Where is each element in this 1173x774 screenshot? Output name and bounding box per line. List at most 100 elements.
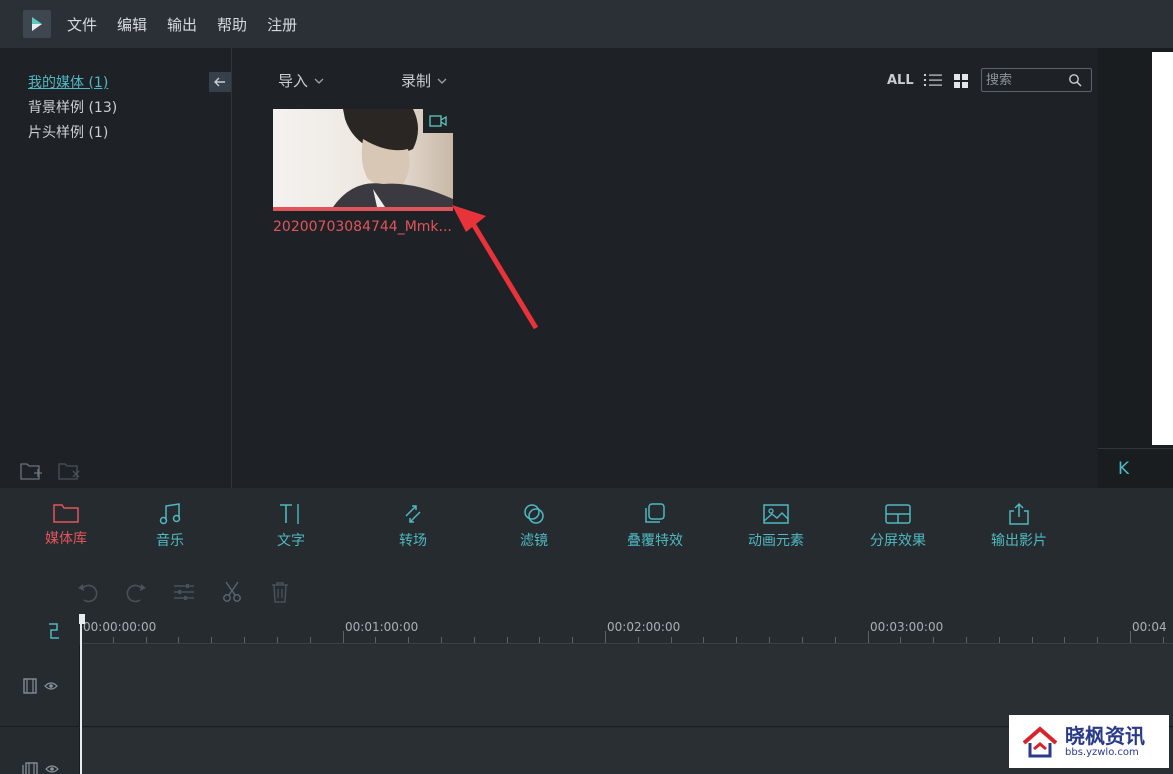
- time-label: 00:04: [1132, 620, 1167, 634]
- menu-help[interactable]: 帮助: [217, 14, 247, 35]
- ruler-tick: [408, 637, 410, 643]
- ruler-tick: [1064, 637, 1066, 643]
- add-folder-icon[interactable]: [19, 460, 43, 482]
- tool-split-screen[interactable]: 分屏效果: [858, 502, 938, 550]
- menu-bar: 文件 编辑 输出 帮助 注册: [0, 0, 1173, 48]
- delete-folder-icon[interactable]: [57, 460, 81, 482]
- video-track-body[interactable]: [80, 645, 1173, 726]
- tool-label: 音乐: [156, 533, 184, 549]
- ruler-tick: [1097, 637, 1099, 643]
- house-logo-icon: [1022, 725, 1058, 757]
- ruler-tick: [309, 637, 311, 643]
- grid-view-icon[interactable]: [953, 73, 969, 89]
- export-icon: [1009, 502, 1029, 525]
- ruler-tick: [736, 637, 738, 643]
- search-icon[interactable]: [1068, 73, 1082, 87]
- tool-label: 叠覆特效: [627, 533, 683, 549]
- menu-export[interactable]: 输出: [167, 14, 197, 35]
- tool-transition[interactable]: 转场: [373, 502, 453, 550]
- preview-controls: K: [1098, 448, 1173, 488]
- filter-icon: [524, 504, 544, 524]
- tool-media-library[interactable]: 媒体库: [26, 502, 106, 548]
- media-clip-thumbnail[interactable]: [273, 109, 453, 211]
- ruler-tick: [605, 631, 606, 643]
- filter-all[interactable]: ALL: [887, 73, 914, 88]
- playhead[interactable]: [80, 618, 82, 774]
- tool-label: 文字: [277, 533, 305, 549]
- tool-label: 转场: [399, 533, 427, 549]
- ruler-tick: [112, 637, 114, 643]
- search-input[interactable]: [982, 70, 1068, 90]
- menu-edit[interactable]: 编辑: [117, 14, 147, 35]
- ruler-tick: [1130, 631, 1131, 643]
- ruler-tick: [933, 637, 935, 643]
- time-label: 00:02:00:00: [607, 620, 681, 634]
- clip-filename: 20200703084744_Mmk...: [273, 219, 452, 235]
- video-track-header: [0, 645, 80, 726]
- ruler-tick: [145, 637, 147, 643]
- folder-my-media[interactable]: 我的媒体 (1): [28, 72, 108, 92]
- watermark-name: 晓枫资讯: [1065, 723, 1145, 748]
- tool-overlay[interactable]: 叠覆特效: [615, 502, 695, 550]
- video-track: [0, 645, 1173, 727]
- list-view-icon[interactable]: [923, 72, 943, 88]
- time-ruler[interactable]: 00:00:00:00 00:01:00:00 00:02:00:00 00:0…: [80, 612, 1173, 644]
- preview-control-k[interactable]: K: [1118, 459, 1129, 479]
- playhead-handle[interactable]: [79, 614, 85, 624]
- record-label: 录制: [401, 72, 432, 90]
- folder-actions: [19, 460, 81, 482]
- delete-icon[interactable]: [268, 580, 292, 604]
- ruler-tick: [440, 637, 442, 643]
- ruler-tick: [998, 637, 1000, 643]
- timeline-tools: [76, 580, 292, 604]
- film-stack-icon: [21, 761, 38, 774]
- image-icon: [763, 504, 789, 524]
- redo-icon[interactable]: [124, 580, 148, 604]
- tool-label: 分屏效果: [870, 533, 926, 549]
- folder-icon: [53, 504, 79, 523]
- tool-filter[interactable]: 滤镜: [494, 502, 574, 550]
- tool-export-video[interactable]: 输出影片: [979, 502, 1059, 550]
- eye-icon[interactable]: [44, 764, 59, 774]
- arrow-left-icon: [214, 77, 225, 87]
- undo-icon[interactable]: [76, 580, 100, 604]
- tool-animation-elements[interactable]: 动画元素: [736, 502, 816, 550]
- ruler-tick: [801, 637, 803, 643]
- record-dropdown[interactable]: 录制: [401, 70, 447, 91]
- tool-label: 滤镜: [520, 533, 548, 549]
- film-icon: [22, 677, 37, 694]
- tool-text[interactable]: 文字: [251, 502, 331, 550]
- preview-screen[interactable]: [1152, 52, 1173, 445]
- ruler-tick: [900, 637, 902, 643]
- adjust-icon[interactable]: [172, 580, 196, 604]
- library-panel: 我的媒体 (1) 背景样例 (13) 片头样例 (1): [0, 48, 232, 488]
- cut-icon[interactable]: [220, 580, 244, 604]
- folder-background-samples[interactable]: 背景样例 (13): [28, 97, 117, 117]
- ruler-tick: [965, 637, 967, 643]
- folder-intro-samples[interactable]: 片头样例 (1): [28, 122, 108, 142]
- ruler-tick: [506, 637, 508, 643]
- ruler-tick: [637, 637, 639, 643]
- preview-panel: K: [1098, 48, 1173, 488]
- chevron-down-icon: [437, 78, 447, 84]
- ruler-tick: [244, 637, 246, 643]
- overlay-track: [0, 728, 1173, 774]
- tool-music[interactable]: 音乐: [130, 502, 210, 550]
- timeline: 00:00:00:00 00:01:00:00 00:02:00:00 00:0…: [0, 562, 1173, 774]
- split-screen-icon: [885, 504, 911, 524]
- menu-file[interactable]: 文件: [67, 14, 97, 35]
- eye-icon[interactable]: [43, 681, 58, 691]
- music-icon: [159, 503, 181, 525]
- ruler-tick: [178, 637, 180, 643]
- menu-items: 文件 编辑 输出 帮助 注册: [67, 14, 317, 35]
- menu-register[interactable]: 注册: [267, 14, 297, 35]
- tool-label: 输出影片: [991, 533, 1047, 549]
- ruler-tick: [342, 631, 344, 643]
- app-logo-icon: [23, 10, 51, 38]
- import-dropdown[interactable]: 导入: [278, 70, 324, 91]
- ruler-tick: [1031, 637, 1033, 643]
- snap-icon[interactable]: [46, 622, 62, 640]
- watermark-text: 晓枫资讯 bbs.yzwlo.com: [1065, 725, 1145, 759]
- collapse-panel-button[interactable]: [209, 72, 231, 92]
- ruler-tick: [867, 631, 869, 643]
